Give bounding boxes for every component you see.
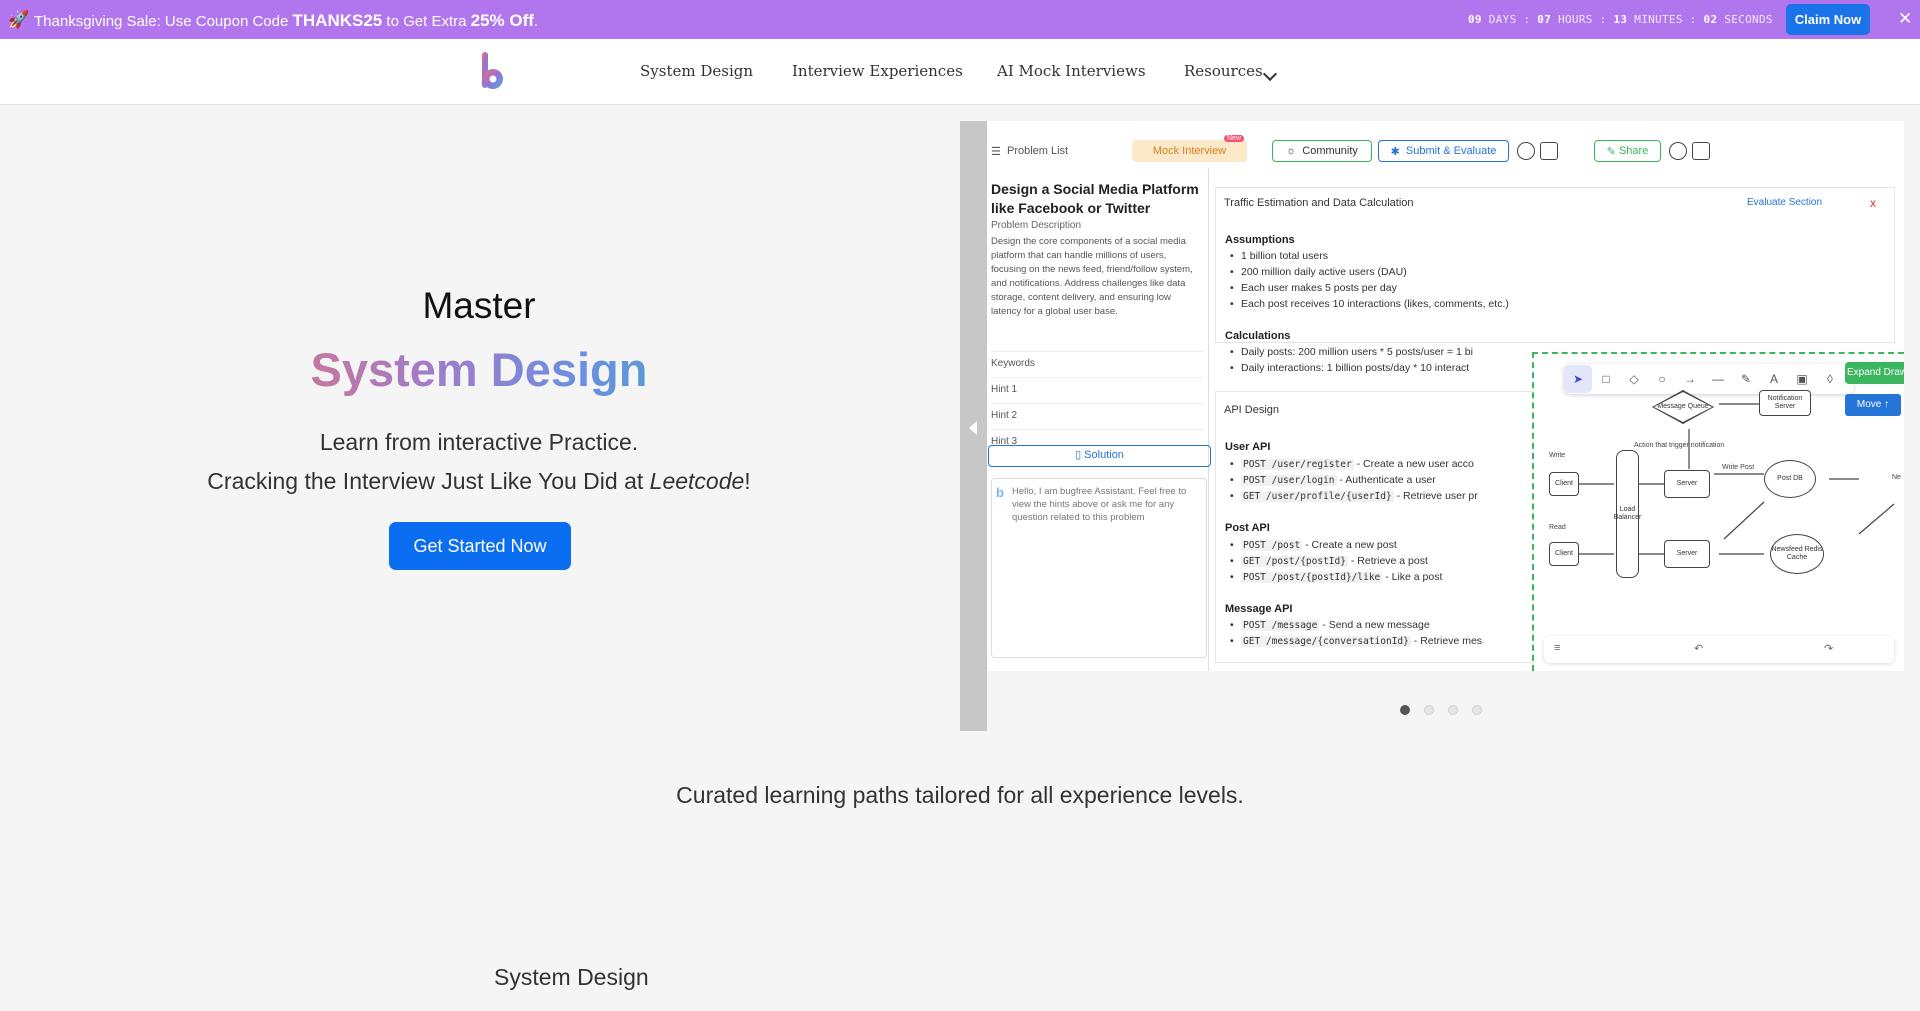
list-item: POST /user/login - Authenticate a user	[1230, 474, 1436, 486]
problem-title: Design a Social Media Platform like Face…	[991, 181, 1199, 216]
assistant-message: Hello, I am bugfree Assistant. Feel free…	[1012, 486, 1187, 523]
diagram-label: Write	[1549, 452, 1566, 459]
diagram-connectors	[1579, 403, 1895, 555]
list-item: Daily interactions: 1 billion posts/day …	[1230, 362, 1469, 374]
new-badge: New	[1224, 135, 1245, 142]
nav-ai-mock-interviews[interactable]: AI Mock Interviews	[997, 62, 1146, 80]
coupon-code: THANKS25	[292, 11, 383, 30]
diagram-node-client: Client	[1549, 542, 1579, 566]
refresh-icon	[1669, 142, 1687, 160]
diagram-label: Write Post	[1722, 464, 1755, 471]
evaluate-section-link: Evaluate Section	[1747, 197, 1823, 208]
carousel-dot[interactable]	[1400, 705, 1410, 715]
close-icon[interactable]: ✕	[1898, 9, 1912, 29]
list-item: Each post receives 10 interactions (like…	[1230, 298, 1509, 310]
curated-tagline: Curated learning paths tailored for all …	[676, 782, 1244, 808]
hero-subtitle-2: Cracking the Interview Just Like You Did…	[207, 468, 751, 494]
redo-icon: ↷	[1824, 643, 1834, 655]
hero-master: Master	[422, 285, 536, 326]
traffic-title: Traffic Estimation and Data Calculation	[1224, 197, 1414, 209]
carousel-dots	[1400, 705, 1482, 715]
problem-panel: Design a Social Media Platform like Face…	[987, 168, 1211, 671]
countdown-timer: 09 DAYS : 07 HOURS : 13 MINUTES : 02 SEC…	[1468, 13, 1773, 26]
chevron-down-icon[interactable]	[1262, 66, 1278, 82]
diagram-label: Ne	[1892, 474, 1901, 481]
app-screenshot: ☰ Problem List Mock Interview New ☼ Comm…	[987, 121, 1904, 671]
claim-now-button[interactable]: Claim Now	[1786, 4, 1870, 35]
problem-list-button: ☰ Problem List	[991, 145, 1069, 158]
diagram-node-cache: Newsfeed Redis Cache	[1770, 534, 1824, 574]
list-item: Daily posts: 200 million users * 5 posts…	[1230, 346, 1473, 358]
section-title: System Design	[494, 964, 649, 990]
user-api-heading: User API	[1225, 441, 1271, 453]
keywords-row: Keywords	[991, 351, 1203, 369]
carousel-dot[interactable]	[1424, 705, 1434, 715]
diagram-node-notification: Notification Server	[1759, 390, 1811, 416]
list-item: GET /user/profile/{userId} - Retrieve us…	[1230, 490, 1478, 502]
list-item: 200 million daily active users (DAU)	[1230, 266, 1407, 278]
carousel-dot[interactable]	[1448, 705, 1458, 715]
clipboard-icon	[1692, 142, 1710, 160]
navbar: System Design Interview Experiences AI M…	[0, 39, 1920, 105]
share-button: ✎ Share	[1594, 140, 1661, 162]
draw-bottom-bar: ≡ ↶ ↷	[1544, 636, 1894, 663]
logo[interactable]	[480, 52, 508, 92]
api-title: API Design	[1224, 404, 1280, 416]
drawing-canvas: ➤ □ ◇ ○ → — ✎ A ▣ ◊ Expand Draw Move ↑ M…	[1532, 352, 1904, 671]
note-icon	[1540, 142, 1558, 160]
submit-evaluate-button: ✱ Submit & Evaluate	[1378, 140, 1509, 162]
nav-interview-experiences[interactable]: Interview Experiences	[792, 62, 963, 80]
traffic-section	[1215, 187, 1895, 343]
solution-button: ▯ Solution	[988, 445, 1211, 467]
diagram-node-post-db: Post DB	[1764, 460, 1816, 498]
promo-message: Thanksgiving Sale: Use Coupon Code THANK…	[34, 11, 539, 30]
diagram-node-server: Server	[1664, 470, 1710, 498]
discount: 25% Off	[470, 11, 534, 30]
rocket-icon: 🚀	[8, 10, 30, 29]
diagram-node-server: Server	[1664, 540, 1710, 568]
promo-banner: 🚀 Thanksgiving Sale: Use Coupon Code THA…	[0, 0, 1920, 39]
message-api-heading: Message API	[1225, 603, 1293, 615]
problem-desc-label: Problem Description	[991, 220, 1082, 231]
hint-row: Hint 1	[991, 377, 1203, 395]
menu-icon: ≡	[1554, 642, 1561, 654]
list-item: POST /post/{postId}/like - Like a post	[1230, 571, 1442, 583]
diagram-label: Action that trigger notification	[1634, 442, 1725, 449]
close-icon: x	[1870, 196, 1876, 210]
calculations-heading: Calculations	[1225, 330, 1291, 342]
hint-row: Hint 2	[991, 403, 1203, 421]
list-item: 1 billion total users	[1230, 250, 1328, 262]
diagram-node-client: Client	[1549, 472, 1579, 496]
undo-icon: ↶	[1694, 643, 1704, 655]
community-button: ☼ Community	[1272, 140, 1372, 162]
diagram-label: Read	[1549, 524, 1566, 531]
assistant-chat: b Hello, I am bugfree Assistant. Feel fr…	[991, 478, 1207, 658]
post-api-heading: Post API	[1225, 522, 1270, 534]
problem-desc: Design the core components of a social m…	[991, 236, 1193, 317]
get-started-button[interactable]: Get Started Now	[389, 522, 571, 570]
preview-carousel: ☰ Problem List Mock Interview New ☼ Comm…	[960, 121, 1904, 731]
mock-interview-button: Mock Interview	[1132, 140, 1247, 162]
assistant-avatar: b	[996, 485, 1004, 500]
list-item: POST /post - Create a new post	[1230, 539, 1397, 551]
diagram-node-load-balancer: Load Balancer	[1614, 450, 1641, 578]
clock-icon	[1517, 142, 1535, 160]
list-item: GET /message/{conversationId} - Retrieve…	[1230, 635, 1482, 647]
hero-title: System Design	[219, 342, 739, 397]
assumptions-heading: Assumptions	[1225, 234, 1295, 246]
list-item: POST /message - Send a new message	[1230, 619, 1430, 631]
list-item: GET /post/{postId} - Retrieve a post	[1230, 555, 1428, 567]
carousel-prev-handle[interactable]	[960, 121, 987, 731]
hero-subtitle-1: Learn from interactive Practice.	[319, 429, 639, 455]
list-item: Each user makes 5 posts per day	[1230, 282, 1397, 294]
carousel-dot[interactable]	[1472, 705, 1482, 715]
nav-resources[interactable]: Resources	[1184, 62, 1263, 80]
list-item: POST /user/register - Create a new user …	[1230, 458, 1474, 470]
nav-system-design[interactable]: System Design	[640, 62, 753, 80]
arrow-left-icon	[969, 421, 977, 435]
